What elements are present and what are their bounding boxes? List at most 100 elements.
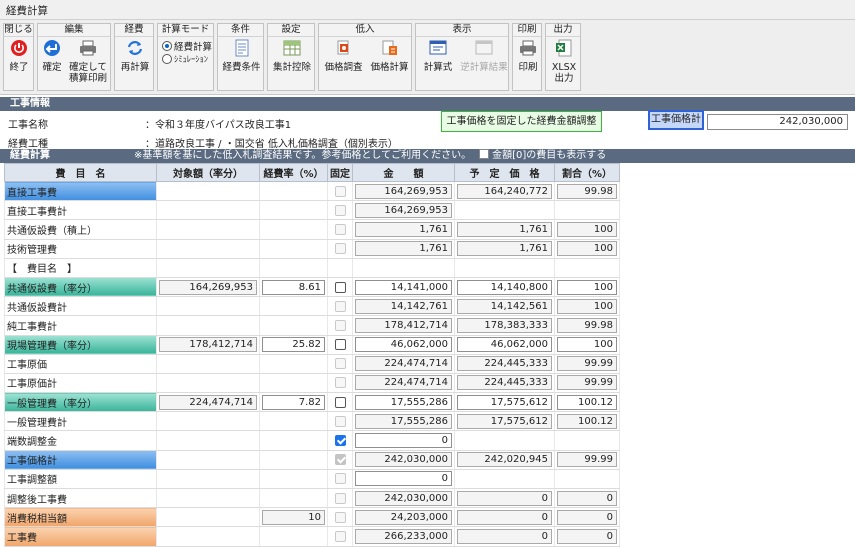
fixed-checkbox[interactable] [334,339,346,351]
xlsx-output-button[interactable]: XLSX出力 [548,39,580,84]
cell-rate: 7.82 [259,392,328,413]
mode-radio-sim[interactable]: ｼﾐｭﾚｰｼｮﾝ [162,53,208,65]
cell-amount: 242,030,000 [352,488,455,509]
amount-field[interactable]: 14,141,000 [355,279,452,295]
cell-ratio: 99.99 [554,450,620,470]
planned-field: 164,240,772 [457,183,552,199]
row-item-name: 工事原価計 [4,373,157,394]
confirm-print-button[interactable]: 確定して積算印刷 [66,39,110,84]
cell-ratio: 100 [554,277,620,298]
fixed-checkbox[interactable] [334,281,346,293]
amount-field[interactable]: 46,062,000 [355,337,452,353]
recalc-label: 再計算 [120,62,150,73]
recalc-button[interactable]: 再計算 [117,39,153,73]
fixed-checkbox [334,185,346,197]
radio-unselected[interactable] [162,54,172,64]
print-button[interactable]: 印刷 [514,39,542,73]
header-fixed: 固定 [327,163,353,182]
cell-fixed [327,488,353,509]
table-row: 【 費目名 】 [4,258,620,278]
amount-field[interactable]: 0 [355,471,452,487]
row-item-name: 純工事費計 [4,315,157,336]
cell-rate [259,239,328,259]
cell-ratio: 99.98 [554,315,620,336]
printer-icon [520,40,536,56]
cell-target: 178,412,714 [156,335,260,355]
cell-rate: 10 [259,507,328,528]
ratio-field[interactable]: 100.12 [557,394,617,410]
group-title-cond: 条件 [218,24,263,37]
rate-field[interactable]: 8.61 [262,279,325,295]
project-name-label: 工事名称 [8,120,48,131]
calc-note: ※基準額を基にした低入札調査結果です。参考価格としてご利用ください。 金額[0]の… [134,149,606,163]
deduct-button[interactable]: 集計控除 [270,39,314,73]
fixed-checkbox[interactable] [334,435,346,447]
mode-radio-calc[interactable]: 経費計算 [162,39,212,53]
rate-field[interactable]: 25.82 [262,337,325,353]
fixed-checkbox [334,492,346,504]
ratio-field[interactable]: 100 [557,337,617,353]
cell-amount: 17,555,286 [352,411,455,432]
cost-cond-button[interactable]: 経費条件 [220,39,263,73]
cell-target: 164,269,953 [156,277,260,298]
end-button[interactable]: 終了 [6,39,32,73]
price-calc-button[interactable]: 価格計算 [367,39,412,73]
formula-button[interactable]: 計算式 [418,39,458,73]
rate-field[interactable]: 7.82 [262,394,325,410]
project-price-field[interactable]: 242,030,000 [707,114,848,130]
cell-target [156,507,260,528]
ratio-field[interactable]: 100 [557,279,617,295]
reverse-result-button[interactable]: 逆計算結果 [459,39,509,73]
cell-rate [259,296,328,317]
planned-field: 0 [457,528,552,544]
planned-field[interactable]: 17,575,612 [457,394,552,410]
row-item-name: 【 費目名 】 [4,258,157,278]
row-item-name: 共通仮設費（率分） [4,277,157,298]
cell-ratio: 0 [554,488,620,509]
planned-field[interactable]: 14,140,800 [457,279,552,295]
fixed-checkbox [334,358,346,370]
amount-field[interactable]: 0 [355,433,452,449]
cell-amount: 1,761 [352,239,455,259]
cell-planned: 224,445,333 [454,354,555,374]
amount-field: 266,233,000 [355,528,452,544]
table-row: 直接工事費計 164,269,953 [4,200,620,221]
amount-field[interactable]: 17,555,286 [355,394,452,410]
cell-fixed [327,219,353,240]
cell-fixed [327,507,353,528]
cell-planned [454,258,555,278]
group-title-edit: 編集 [38,24,110,37]
cell-ratio: 100 [554,296,620,317]
document-list-icon [235,39,248,57]
table-row: 工事原価 224,474,714 224,445,333 99.99 [4,354,620,374]
row-item-name: 一般管理費（率分） [4,392,157,413]
table-row: 共通仮設費（積上） 1,761 1,761 100 [4,219,620,240]
fixed-checkbox [334,223,346,235]
table-row: 技術管理費 1,761 1,761 100 [4,239,620,259]
cell-fixed [327,450,353,470]
cell-target [156,354,260,374]
cell-target [156,488,260,509]
header-amount: 金 額 [352,163,455,182]
price-survey-button[interactable]: 価格調査 [321,39,366,73]
show-zero-checkbox[interactable] [479,149,490,159]
fixed-checkbox[interactable] [334,396,346,408]
group-close: 閉じる 終了 [3,23,34,91]
group-title-setting: 設定 [268,24,314,37]
table-row: 端数調整金 0 [4,430,620,451]
amount-field: 164,269,953 [355,183,452,199]
table-row: 調整後工事費 242,030,000 0 0 [4,488,620,509]
ratio-field: 0 [557,490,617,506]
cell-planned: 0 [454,526,555,547]
planned-field[interactable]: 46,062,000 [457,337,552,353]
excel-file-icon [556,39,572,57]
radio-selected[interactable] [162,41,172,51]
amount-field: 242,030,000 [355,452,452,468]
fixed-price-adjust-button[interactable]: 工事価格を固定した経費金額調整 [441,111,602,132]
amount-field: 24,203,000 [355,509,452,525]
confirm-button[interactable]: 確定 [40,39,64,73]
cell-rate: 8.61 [259,277,328,298]
fixed-checkbox [334,204,346,216]
formula-label: 計算式 [423,62,453,73]
cell-planned: 164,240,772 [454,181,555,202]
